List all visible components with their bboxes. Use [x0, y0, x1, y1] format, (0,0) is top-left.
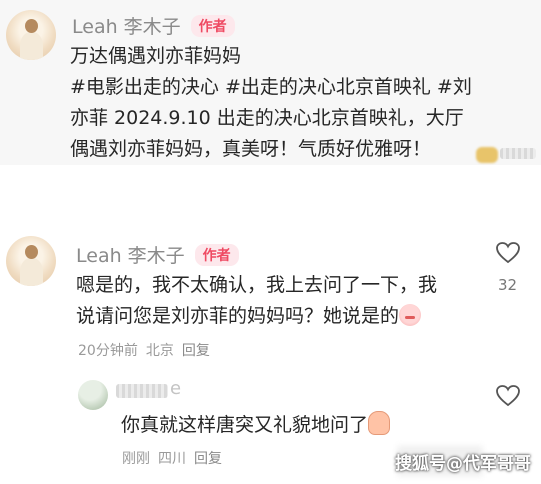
post-hashtag-line[interactable]: #电影出走的决心 #出走的决心北京首映礼 #刘 — [70, 72, 532, 103]
watermark: 搜狐号@代军哥哥 — [395, 454, 531, 474]
comment-line: 嗯是的，我不太确认，我上去问了一下，我 — [76, 274, 438, 296]
blurred-username — [116, 384, 168, 398]
reply-text: 你真就这样唐突又礼貌地问了 — [121, 414, 369, 436]
post-author-row: Leah 李木子 作者 — [72, 12, 235, 39]
hand-emoji — [476, 147, 498, 163]
post-line: 万达偶遇刘亦菲妈妈 — [70, 45, 242, 67]
heart-outline-icon[interactable] — [495, 241, 521, 265]
post-line: 亦菲 2024.9.10 出走的决心北京首映礼，大厅 — [70, 107, 464, 129]
heart-outline-icon[interactable] — [495, 384, 521, 408]
comment-author-badge: 作者 — [194, 243, 239, 266]
post-line: 偶遇刘亦菲妈妈，真美呀！气质好优雅呀！ — [70, 138, 432, 160]
comment-reply-button[interactable]: 回复 — [182, 340, 210, 360]
replier-avatar[interactable] — [78, 380, 108, 410]
like-count: 32 — [498, 276, 518, 294]
author-name[interactable]: Leah 李木子 — [72, 12, 181, 39]
comment-location: 北京 — [145, 343, 174, 359]
original-post: Leah 李木子 作者 万达偶遇刘亦菲妈妈 #电影出走的决心 #出走的决心北京首… — [0, 0, 541, 165]
comment-line: 说请问您是刘亦菲的妈妈吗？她说是的 — [76, 301, 486, 332]
reply-body[interactable]: 你真就这样唐突又礼貌地问了 — [121, 410, 391, 441]
reply-reply-button[interactable]: 回复 — [194, 448, 222, 468]
blurred-content — [500, 148, 536, 159]
comment-author-row: Leah 李木子 作者 — [76, 241, 239, 268]
replier-name-suffix[interactable]: e — [170, 378, 181, 399]
post-body: 万达偶遇刘亦菲妈妈 #电影出走的决心 #出走的决心北京首映礼 #刘 亦菲 202… — [70, 41, 532, 165]
hand-emoji — [368, 411, 391, 435]
comment-body[interactable]: 嗯是的，我不太确认，我上去问了一下，我 说请问您是刘亦菲的妈妈吗？她说是的 — [76, 270, 486, 332]
comment-time: 20分钟前 — [78, 343, 138, 359]
author-avatar[interactable] — [6, 10, 56, 60]
author-badge: 作者 — [190, 14, 235, 37]
reply-location: 四川 — [158, 451, 186, 467]
commenter-avatar[interactable] — [6, 236, 56, 286]
round-face-emoji — [399, 304, 422, 326]
comment-line-text: 说请问您是刘亦菲的妈妈吗？她说是的 — [76, 305, 400, 327]
reply-time: 刚刚 — [122, 451, 150, 467]
reply-meta: 刚刚 四川 回复 — [122, 448, 222, 468]
comment-author-name[interactable]: Leah 李木子 — [76, 241, 185, 268]
comment-meta: 20分钟前 北京 回复 — [78, 340, 210, 360]
